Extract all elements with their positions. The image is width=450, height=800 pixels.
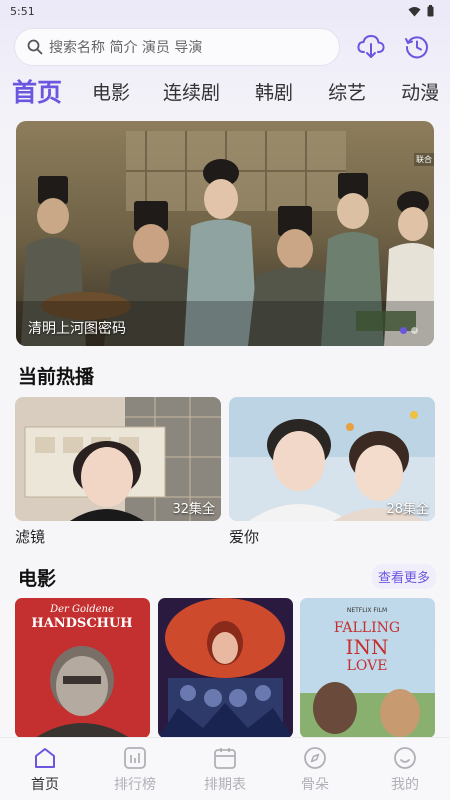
banner-image <box>16 121 434 346</box>
category-tabs: 首页 电影 连续剧 韩剧 综艺 动漫 <box>0 72 450 110</box>
tab-movies[interactable]: 电影 <box>92 78 130 105</box>
nav-mine-label: 我的 <box>391 777 419 793</box>
hot-item-title: 爱你 <box>229 528 260 546</box>
banner-dot[interactable] <box>411 327 418 334</box>
status-bar: 5:51 <box>0 0 450 22</box>
banner-title: 清明上河图密码 <box>28 321 126 337</box>
search-input[interactable]: 搜索名称 简介 演员 导演 <box>14 28 340 66</box>
search-placeholder: 搜索名称 简介 演员 导演 <box>49 40 203 56</box>
wifi-icon <box>408 6 421 16</box>
calendar-icon <box>214 748 236 769</box>
movie-section-title: 电影 <box>18 568 57 590</box>
home-icon <box>35 748 55 768</box>
smile-icon <box>394 747 416 769</box>
hot-item-title: 滤镜 <box>15 528 46 546</box>
tab-variety[interactable]: 综艺 <box>328 78 366 105</box>
poster-title-line3: LOVE <box>347 658 388 674</box>
poster-title-line1: FALLING <box>334 620 400 636</box>
hot-item[interactable]: 32集全 滤镜 <box>15 397 221 547</box>
movie-poster-image: NETFLIX FILM FALLING INN LOVE <box>300 598 435 738</box>
search-row: 搜索名称 简介 演员 导演 <box>14 28 436 66</box>
compass-icon <box>304 747 326 769</box>
tab-series[interactable]: 连续剧 <box>163 78 220 105</box>
nav-mine[interactable]: 我的 <box>360 746 450 794</box>
see-more-link[interactable]: 查看更多 <box>371 564 436 589</box>
history-button[interactable] <box>402 32 432 62</box>
movie-poster[interactable] <box>158 598 293 738</box>
battery-icon <box>427 5 434 17</box>
chart-icon <box>124 747 146 769</box>
movie-poster-image <box>158 598 293 738</box>
download-button[interactable] <box>356 32 386 62</box>
nav-ranking-label: 排行榜 <box>114 777 156 793</box>
poster-title-line1: Der Goldene <box>49 604 114 615</box>
history-clock-icon <box>405 36 428 59</box>
status-icons <box>408 5 434 17</box>
tab-korean[interactable]: 韩剧 <box>255 78 293 105</box>
hot-section-title: 当前热播 <box>18 366 95 388</box>
nav-schedule-label: 排期表 <box>204 777 246 793</box>
status-time: 5:51 <box>10 4 35 18</box>
bottom-nav: 首页 排行榜 排期表 骨朵 我的 <box>0 737 450 800</box>
movie-poster-image: Der Goldene HANDSCHUH <box>15 598 150 738</box>
poster-title-line2: INN <box>346 635 389 659</box>
hot-item-thumbnail: 28集全 <box>229 397 435 521</box>
hot-item-thumbnail: 32集全 <box>15 397 221 521</box>
movie-poster[interactable]: NETFLIX FILM FALLING INN LOVE <box>300 598 435 738</box>
episode-badge: 32集全 <box>172 502 215 517</box>
featured-banner[interactable]: 联合 清明上河图密码 <box>16 121 434 346</box>
poster-badge: NETFLIX FILM <box>347 607 387 614</box>
search-icon <box>27 39 43 55</box>
banner-dot[interactable] <box>400 327 407 334</box>
movie-poster[interactable]: Der Goldene HANDSCHUH <box>15 598 150 738</box>
banner-corner-label: 联合 <box>414 153 434 166</box>
nav-home-label: 首页 <box>31 777 59 793</box>
nav-budding[interactable]: 骨朵 <box>270 746 360 794</box>
nav-budding-label: 骨朵 <box>301 777 329 793</box>
hot-item[interactable]: 28集全 爱你 <box>229 397 435 547</box>
nav-ranking[interactable]: 排行榜 <box>90 746 180 794</box>
nav-home[interactable]: 首页 <box>0 746 90 794</box>
episode-badge: 28集全 <box>386 502 429 517</box>
nav-schedule[interactable]: 排期表 <box>180 746 270 794</box>
banner-pagination <box>400 327 418 334</box>
cloud-download-icon <box>357 34 385 58</box>
poster-title-line2: HANDSCHUH <box>31 616 132 631</box>
tab-anime[interactable]: 动漫 <box>401 78 439 105</box>
tab-home[interactable]: 首页 <box>12 73 62 109</box>
